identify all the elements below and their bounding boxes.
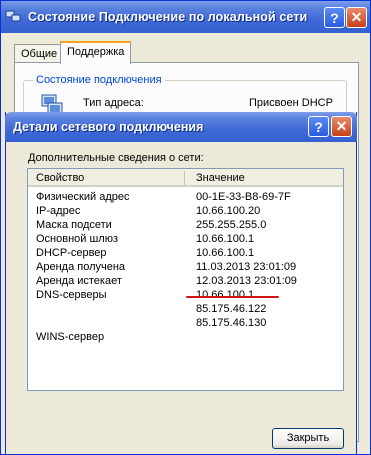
window-title: Состояние Подключение по локальной сети xyxy=(28,10,308,24)
column-header-property[interactable]: Свойство xyxy=(36,172,84,184)
value-cell: 10.66.100.1 xyxy=(196,289,255,301)
column-divider[interactable] xyxy=(184,171,185,185)
dialog-help-button[interactable]: ? xyxy=(308,116,329,137)
network-connection-icon xyxy=(5,10,21,22)
property-cell: Аренда истекает xyxy=(36,275,122,287)
column-header-value[interactable]: Значение xyxy=(196,172,245,184)
window-title-bar[interactable]: Состояние Подключение по локальной сети … xyxy=(1,1,370,33)
property-cell: Основной шлюз xyxy=(36,233,119,245)
value-cell: 85.175.46.130 xyxy=(196,317,267,329)
list-row[interactable]: 85.175.46.122 xyxy=(28,302,343,316)
value-cell: 10.66.100.1 xyxy=(196,247,255,259)
property-cell: Аренда получена xyxy=(36,261,126,273)
list-row[interactable]: Физический адрес 00-1E-33-B8-69-7F xyxy=(28,190,343,204)
group-title: Состояние подключения xyxy=(33,74,165,86)
property-cell: Физический адрес xyxy=(36,191,130,203)
list-header: Свойство Значение xyxy=(28,169,343,187)
list-row[interactable]: IP-адрес 10.66.100.20 xyxy=(28,204,343,218)
network-details-dialog: Детали сетевого подключения ? ✕ Дополнит… xyxy=(5,112,357,455)
address-type-label: Тип адреса: xyxy=(83,97,144,109)
help-button[interactable]: ? xyxy=(324,7,345,28)
tab-support[interactable]: Поддержка xyxy=(60,41,132,64)
close-button[interactable]: ✕ xyxy=(346,7,367,28)
property-cell: DHCP-сервер xyxy=(36,247,107,259)
help-icon: ? xyxy=(314,118,323,135)
property-cell: DNS-серверы xyxy=(36,289,107,301)
details-caption: Дополнительные сведения о сети: xyxy=(28,152,204,164)
value-cell: 85.175.46.122 xyxy=(196,303,267,315)
list-row[interactable]: Аренда истекает 12.03.2013 23:01:09 xyxy=(28,274,343,288)
value-cell: 10.66.100.1 xyxy=(196,233,255,245)
address-type-value: Присвоен DHCP xyxy=(249,97,333,109)
help-icon: ? xyxy=(330,9,339,26)
list-row[interactable]: DHCP-сервер 10.66.100.1 xyxy=(28,246,343,260)
value-cell: 10.66.100.20 xyxy=(196,205,261,217)
value-cell: 255.255.255.0 xyxy=(196,219,267,231)
list-row[interactable]: Основной шлюз 10.66.100.1 xyxy=(28,232,343,246)
list-row[interactable]: Аренда получена 11.03.2013 23:01:09 xyxy=(28,260,343,274)
list-row[interactable]: DNS-серверы 10.66.100.1 xyxy=(28,288,343,302)
value-cell: 12.03.2013 23:01:09 xyxy=(196,275,297,287)
property-cell: Маска подсети xyxy=(36,219,112,231)
value-cell: 11.03.2013 23:01:09 xyxy=(196,261,297,273)
tab-general[interactable]: Общие xyxy=(14,44,65,64)
close-icon: ✕ xyxy=(350,9,363,25)
value-cell: 00-1E-33-B8-69-7F xyxy=(196,191,291,203)
details-rows: Физический адрес 00-1E-33-B8-69-7F IP-адр… xyxy=(28,190,343,344)
property-cell: WINS-сервер xyxy=(36,331,105,343)
dialog-close-button[interactable]: ✕ xyxy=(331,116,352,137)
annotation-underline xyxy=(186,296,279,298)
dialog-title: Детали сетевого подключения xyxy=(13,120,204,134)
list-row[interactable]: WINS-сервер xyxy=(28,330,343,344)
close-dialog-button[interactable]: Закрыть xyxy=(272,428,344,449)
list-row[interactable]: Маска подсети 255.255.255.0 xyxy=(28,218,343,232)
close-icon: ✕ xyxy=(335,118,348,134)
list-row[interactable]: 85.175.46.130 xyxy=(28,316,343,330)
dialog-title-bar[interactable]: Детали сетевого подключения ? ✕ xyxy=(5,112,357,142)
details-list[interactable]: Свойство Значение Физический адрес 00-1E-… xyxy=(27,168,344,391)
property-cell: IP-адрес xyxy=(36,205,81,217)
